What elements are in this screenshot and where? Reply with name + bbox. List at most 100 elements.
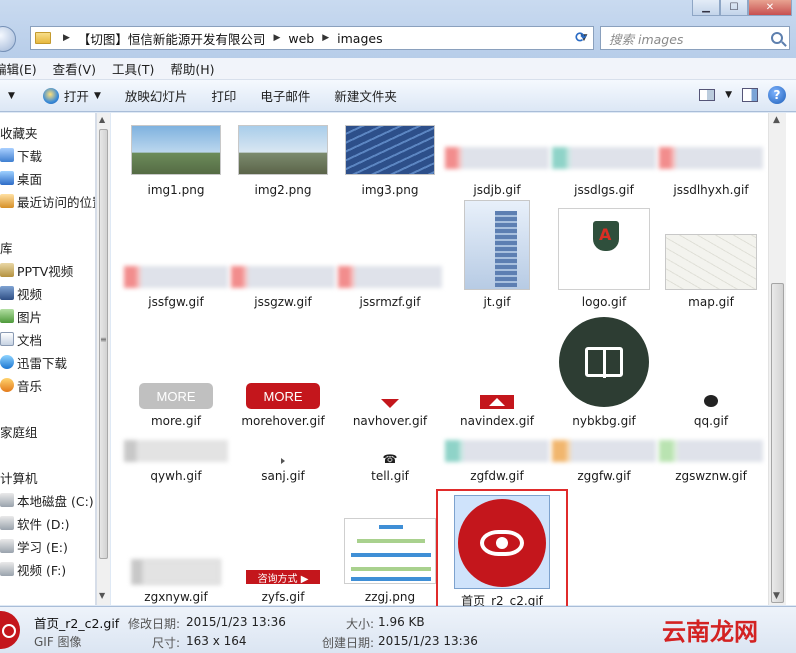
- chevron-right-icon[interactable]: ▶: [322, 33, 329, 43]
- file-name: img3.png: [361, 183, 419, 197]
- nav-drive-f[interactable]: 视频 (F:): [0, 559, 66, 579]
- scroll-up-icon[interactable]: ▲: [99, 115, 105, 124]
- menu-help[interactable]: 帮助(H): [162, 59, 222, 78]
- nav-homegroup[interactable]: 家庭组: [0, 421, 38, 441]
- nav-downloads[interactable]: 下载: [0, 145, 42, 165]
- nav-thunder[interactable]: 迅雷下载: [0, 352, 67, 372]
- file-item[interactable]: MORE more.gif: [123, 319, 229, 437]
- breadcrumb-project[interactable]: 【切图】恒信新能源开发有限公司: [78, 29, 266, 48]
- chevron-right-icon[interactable]: ▶: [63, 33, 70, 43]
- print-button[interactable]: 打印: [199, 86, 248, 105]
- drive-icon: [0, 493, 14, 507]
- nav-scrollbar[interactable]: ▲ ≡ ▼: [96, 113, 110, 605]
- file-item[interactable]: qq.gif: [658, 319, 764, 437]
- download-icon: [0, 148, 14, 162]
- new-folder-button[interactable]: 新建文件夹: [322, 86, 409, 105]
- view-options-icon[interactable]: [699, 89, 716, 101]
- nav-music[interactable]: 音乐: [0, 375, 42, 395]
- file-item[interactable]: img1.png: [123, 121, 229, 239]
- nav-homegroup-label: 家庭组: [0, 424, 38, 440]
- chevron-down-icon[interactable]: ▼: [725, 90, 732, 100]
- nav-documents[interactable]: 文档: [0, 329, 42, 349]
- help-icon[interactable]: ?: [768, 86, 786, 104]
- nav-pptv[interactable]: PPTV视频: [0, 260, 73, 280]
- nav-favorites[interactable]: 收藏夹: [0, 122, 38, 142]
- nav-recent[interactable]: 最近访问的位置: [0, 191, 95, 211]
- nav-desktop[interactable]: 桌面: [0, 168, 42, 188]
- window-edge: [786, 113, 796, 605]
- file-name: jssrmzf.gif: [359, 295, 421, 309]
- menu-edit[interactable]: 编辑(E): [0, 59, 45, 78]
- chevron-right-icon[interactable]: ▶: [273, 33, 280, 43]
- file-item[interactable]: jt.gif: [444, 200, 550, 318]
- file-name: zgfdw.gif: [470, 469, 524, 483]
- menu-view[interactable]: 查看(V): [45, 59, 104, 78]
- back-button[interactable]: [0, 26, 16, 52]
- file-item[interactable]: zgswznw.gif: [658, 438, 764, 556]
- image-thumbnail: [345, 125, 435, 175]
- file-item[interactable]: 咨询方式 ▶ zyfs.gif: [230, 493, 336, 611]
- file-item[interactable]: map.gif: [658, 200, 764, 318]
- email-button[interactable]: 电子邮件: [248, 86, 322, 105]
- image-thumbnail: [238, 125, 328, 175]
- search-icon[interactable]: [771, 32, 783, 44]
- nav-drive-e[interactable]: 学习 (E:): [0, 536, 68, 556]
- nav-videos-label: 视频: [17, 286, 43, 302]
- nav-drive-d[interactable]: 软件 (D:): [0, 513, 70, 533]
- slideshow-button[interactable]: 放映幻灯片: [113, 86, 200, 105]
- menu-tools[interactable]: 工具(T): [104, 59, 162, 78]
- watermark-logo: 云南龙网: [662, 617, 758, 646]
- nav-desktop-label: 桌面: [17, 171, 43, 187]
- file-name: jssdlgs.gif: [574, 183, 634, 197]
- file-item[interactable]: zzgj.png: [337, 493, 443, 611]
- file-view-scrollbar[interactable]: ▲ ▼: [768, 113, 786, 605]
- nav-pictures[interactable]: 图片: [0, 306, 42, 326]
- nav-downloads-label: 下载: [17, 148, 43, 164]
- image-thumbnail: [131, 559, 221, 585]
- breadcrumb-images[interactable]: images: [337, 31, 382, 46]
- minimize-button[interactable]: ▁: [692, 0, 720, 16]
- image-thumbnail: [480, 395, 514, 409]
- close-button[interactable]: ✕: [748, 0, 792, 16]
- up-arrow-icon: [489, 398, 505, 406]
- maximize-button[interactable]: ☐: [720, 0, 748, 16]
- scroll-down-icon[interactable]: ▼: [99, 591, 105, 600]
- nav-computer[interactable]: 计算机: [0, 467, 38, 487]
- details-created-label: 创建日期:: [322, 636, 375, 650]
- breadcrumb-web[interactable]: web: [288, 31, 314, 46]
- file-name: img2.png: [254, 183, 312, 197]
- open-label: 打开: [63, 89, 89, 104]
- org-node: [351, 553, 431, 557]
- drive-icon: [0, 562, 14, 576]
- file-item[interactable]: nybkbg.gif: [551, 317, 657, 437]
- nav-libraries[interactable]: 库: [0, 237, 13, 257]
- nav-drive-c[interactable]: 本地磁盘 (C:): [0, 490, 94, 510]
- file-item[interactable]: navindex.gif: [444, 319, 550, 437]
- open-button[interactable]: 打开 ▼: [31, 86, 113, 105]
- file-item[interactable]: img2.png: [230, 121, 336, 239]
- file-item[interactable]: img3.png: [337, 121, 443, 239]
- nav-libraries-label: 库: [0, 240, 13, 256]
- selected-file-item[interactable]: 首页_r2_c2.gif: [436, 489, 568, 610]
- video-library-icon: [0, 286, 14, 300]
- file-item[interactable]: zgxnyw.gif: [123, 493, 229, 611]
- scroll-up-icon[interactable]: ▲: [773, 115, 780, 125]
- file-name: morehover.gif: [241, 414, 325, 428]
- search-input[interactable]: 搜索 images: [600, 26, 790, 50]
- file-item[interactable]: MORE morehover.gif: [230, 319, 336, 437]
- organize-caret-icon[interactable]: ▼: [0, 91, 31, 101]
- refresh-icon[interactable]: ⟳: [568, 27, 594, 49]
- recent-places-icon: [0, 194, 14, 208]
- scroll-down-icon[interactable]: ▼: [773, 591, 780, 601]
- org-node: [351, 577, 431, 581]
- image-thumbnail: MORE: [139, 383, 213, 409]
- address-bar[interactable]: ▶ 【切图】恒信新能源开发有限公司 ▶ web ▶ images ▼: [30, 26, 594, 50]
- preview-pane-icon[interactable]: [742, 88, 758, 102]
- eye-pupil: [496, 537, 508, 549]
- org-node: [351, 567, 431, 571]
- file-item[interactable]: navhover.gif: [337, 319, 443, 437]
- nav-videos[interactable]: 视频: [0, 283, 42, 303]
- file-item[interactable]: logo.gif: [551, 200, 657, 318]
- file-view-scroll-thumb[interactable]: [771, 283, 784, 603]
- nav-scroll-thumb[interactable]: [99, 129, 108, 559]
